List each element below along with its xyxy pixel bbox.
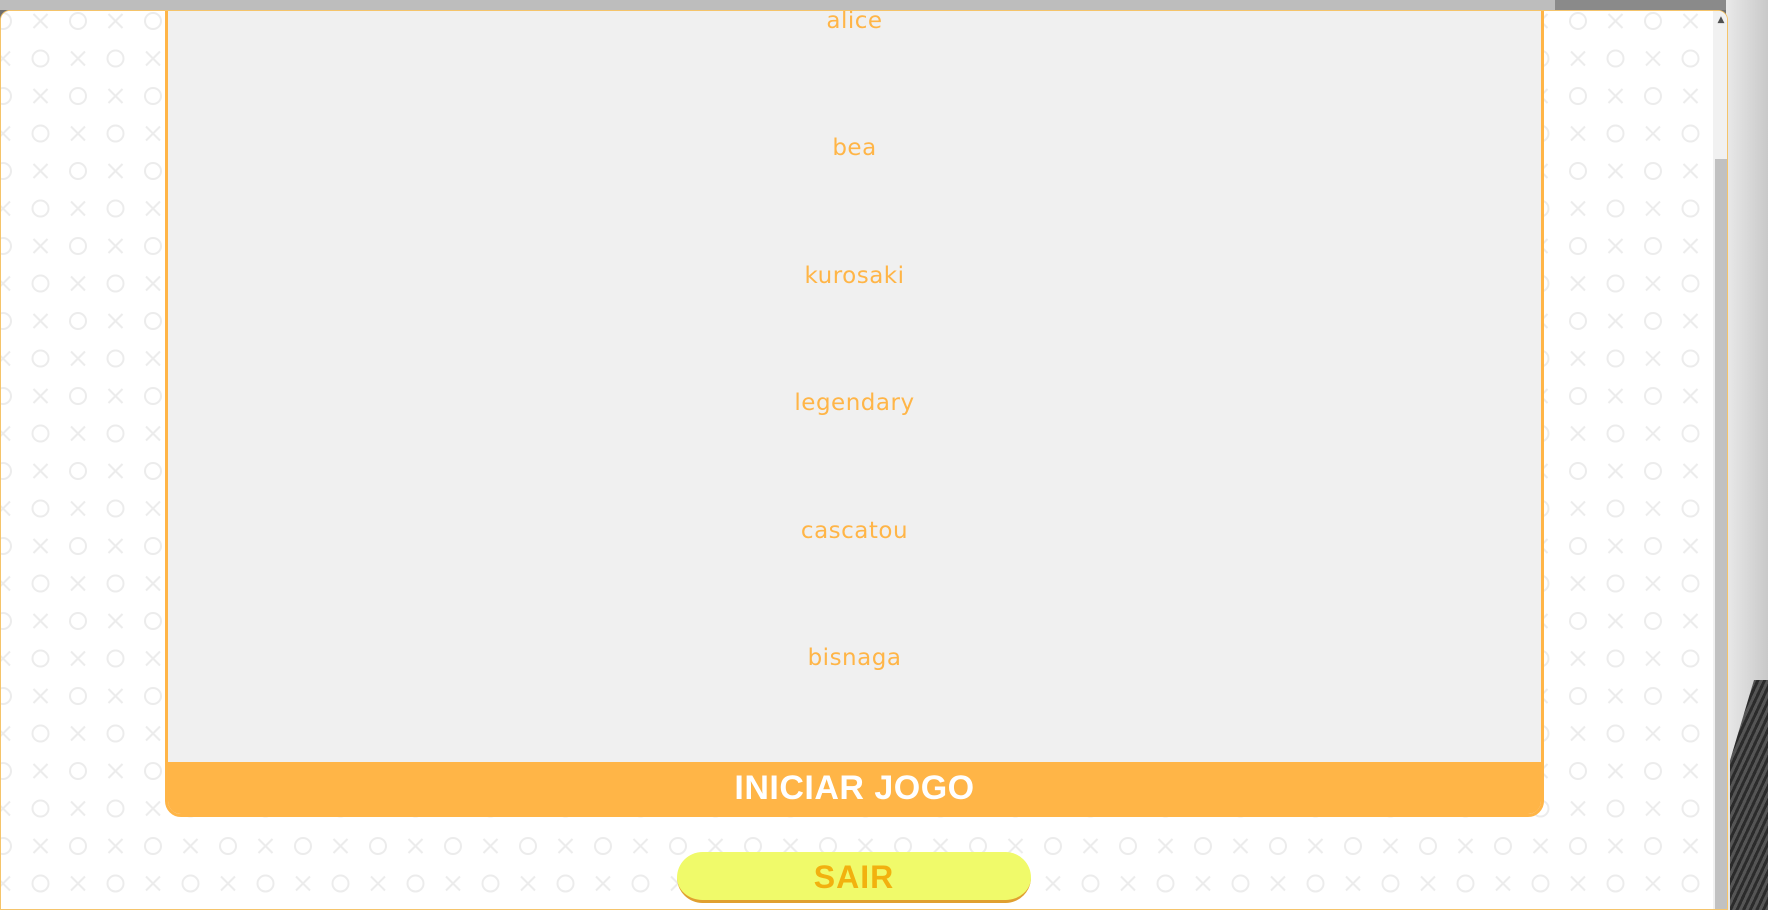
game-window: alice bea kurosaki legendary cascatou bi…	[0, 10, 1728, 910]
player-item-cascatou[interactable]: cascatou	[168, 518, 1541, 544]
player-item-alice[interactable]: alice	[168, 11, 1541, 34]
desktop-background	[1726, 0, 1768, 910]
start-game-button[interactable]: INICIAR JOGO	[168, 762, 1541, 814]
background-device-graphic	[1730, 680, 1768, 910]
exit-button[interactable]: SAIR	[677, 852, 1031, 903]
scrollbar-thumb[interactable]	[1715, 159, 1727, 909]
player-item-legendary[interactable]: legendary	[168, 390, 1541, 416]
player-item-bisnaga[interactable]: bisnaga	[168, 645, 1541, 671]
browser-top-strip	[0, 0, 1768, 10]
vertical-scrollbar[interactable]: ▲	[1713, 11, 1727, 909]
scroll-up-arrow-icon[interactable]: ▲	[1713, 13, 1727, 27]
player-list-panel: alice bea kurosaki legendary cascatou bi…	[165, 11, 1544, 817]
player-item-bea[interactable]: bea	[168, 135, 1541, 161]
player-item-kurosaki[interactable]: kurosaki	[168, 263, 1541, 289]
